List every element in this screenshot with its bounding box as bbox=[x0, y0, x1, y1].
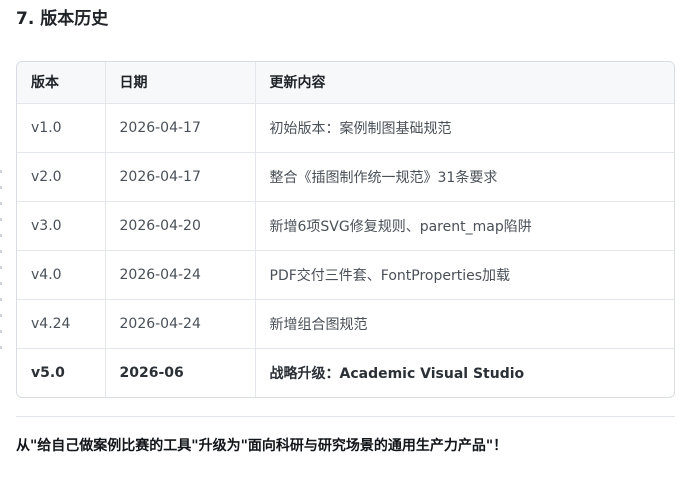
header-version: 版本 bbox=[17, 62, 106, 104]
section-heading: 7. 版本历史 bbox=[16, 9, 109, 29]
cell-date: 2026-04-20 bbox=[105, 201, 256, 251]
cell-content: 新增6项SVG修复规则、parent_map陷阱 bbox=[255, 201, 674, 251]
cell-version: v4.0 bbox=[17, 250, 106, 300]
table-header-row: 版本 日期 更新内容 bbox=[17, 62, 674, 104]
cell-date: 2026-04-24 bbox=[105, 250, 256, 300]
header-content: 更新内容 bbox=[255, 62, 674, 104]
table-row: v4.0 2026-04-24 PDF交付三件套、FontProperties加… bbox=[17, 250, 674, 300]
cell-content: PDF交付三件套、FontProperties加载 bbox=[255, 250, 674, 300]
cell-version: v4.24 bbox=[17, 299, 106, 349]
table-row: v4.24 2026-04-24 新增组合图规范 bbox=[17, 299, 674, 349]
cell-content: 整合《插图制作统一规范》31条要求 bbox=[255, 152, 674, 202]
cell-date: 2026-04-24 bbox=[105, 299, 256, 349]
table-row: v5.0 2026-06 战略升级：Academic Visual Studio bbox=[17, 348, 674, 397]
table-row: v2.0 2026-04-17 整合《插图制作统一规范》31条要求 bbox=[17, 152, 674, 202]
conclusion-text: 从"给自己做案例比赛的工具"升级为"面向科研与研究场景的通用生产力产品"！ bbox=[16, 438, 508, 454]
cell-version: v2.0 bbox=[17, 152, 106, 202]
table-row: v3.0 2026-04-20 新增6项SVG修复规则、parent_map陷阱 bbox=[17, 201, 674, 251]
cell-date: 2026-06 bbox=[105, 348, 256, 397]
cell-content: 新增组合图规范 bbox=[255, 299, 674, 349]
section-divider bbox=[16, 416, 675, 417]
cell-content: 初始版本：案例制图基础规范 bbox=[255, 103, 674, 153]
table-row: v1.0 2026-04-17 初始版本：案例制图基础规范 bbox=[17, 103, 674, 153]
header-date: 日期 bbox=[105, 62, 256, 104]
left-edge-marker bbox=[0, 170, 2, 350]
cell-version: v5.0 bbox=[17, 348, 106, 397]
cell-version: v3.0 bbox=[17, 201, 106, 251]
cell-date: 2026-04-17 bbox=[105, 152, 256, 202]
cell-content: 战略升级：Academic Visual Studio bbox=[269, 365, 525, 382]
version-history-table: 版本 日期 更新内容 v1.0 2026-04-17 初始版本：案例制图基础规范… bbox=[16, 61, 675, 398]
cell-version: v1.0 bbox=[17, 103, 106, 153]
cell-date: 2026-04-17 bbox=[105, 103, 256, 153]
